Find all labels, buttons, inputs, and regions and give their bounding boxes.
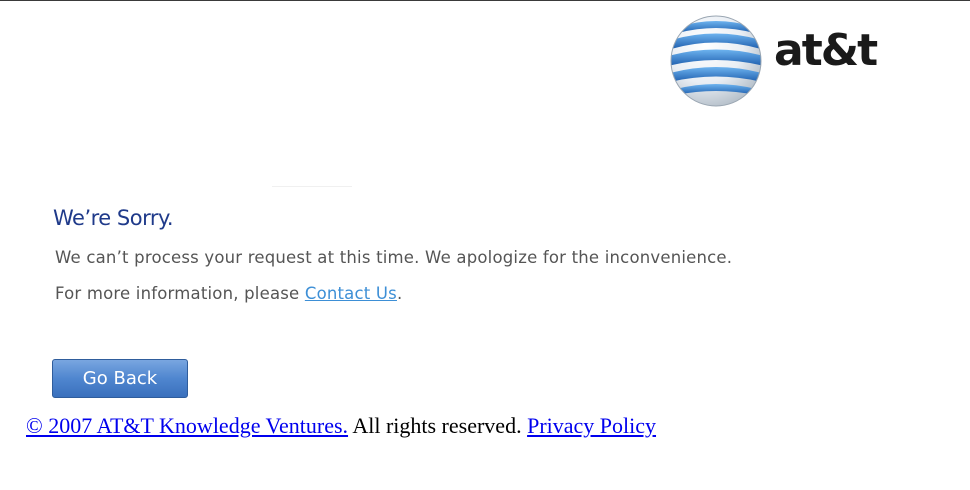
more-info-prefix: For more information, please xyxy=(55,284,305,303)
page-title: We’re Sorry. xyxy=(53,206,174,230)
att-globe-icon xyxy=(670,15,762,107)
error-message: We can’t process your request at this ti… xyxy=(55,248,733,267)
more-info-text: For more information, please Contact Us. xyxy=(55,284,402,303)
go-back-button[interactable]: Go Back xyxy=(52,359,188,398)
footer: © 2007 AT&T Knowledge Ventures. All righ… xyxy=(26,413,656,439)
more-info-suffix: . xyxy=(396,284,403,303)
divider xyxy=(272,186,352,187)
privacy-policy-link[interactable]: Privacy Policy xyxy=(527,413,656,438)
copyright-link[interactable]: © 2007 AT&T Knowledge Ventures. xyxy=(26,413,348,438)
logo-wordmark: at&t xyxy=(774,25,878,76)
rights-text: All rights reserved. xyxy=(348,413,528,438)
contact-us-link[interactable]: Contact Us xyxy=(305,284,397,303)
att-logo: at&t xyxy=(668,13,878,108)
